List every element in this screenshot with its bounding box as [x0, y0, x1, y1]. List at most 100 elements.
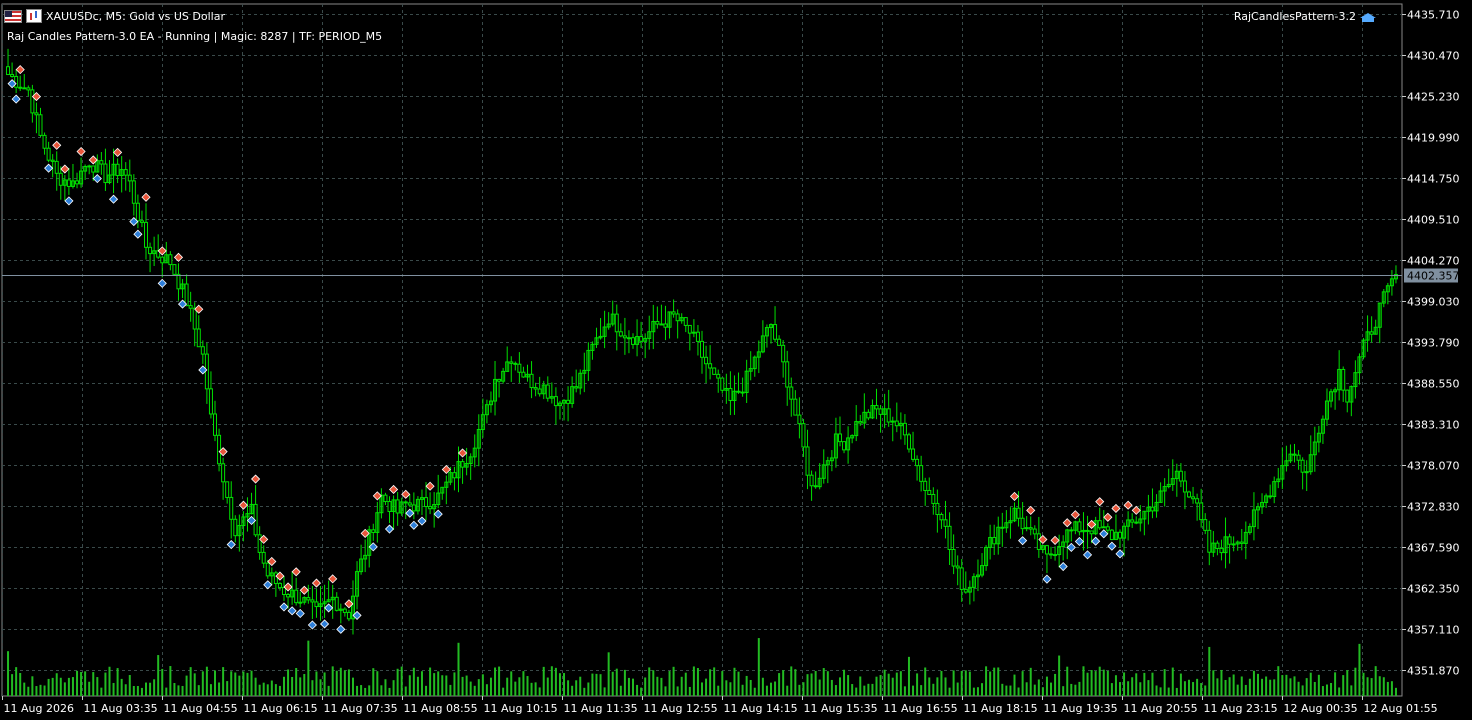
bullish-signal-marker[interactable] — [287, 606, 297, 616]
price-chart[interactable]: 4435.710 4430.470 4425.230 4419.990 4414.750… — [0, 0, 1472, 720]
bullish-signal-marker[interactable] — [1082, 550, 1093, 560]
candle-body — [91, 165, 96, 173]
bullish-signal-marker[interactable] — [295, 608, 305, 619]
bearish-signal-marker[interactable] — [1131, 505, 1141, 515]
bearish-signal-marker[interactable] — [389, 484, 399, 495]
candle-body — [383, 494, 388, 503]
x-tick-label: 11 Aug 20:55 — [1124, 702, 1198, 715]
candle-body — [1178, 470, 1183, 482]
bearish-signal-marker[interactable] — [299, 585, 309, 595]
candle-body — [704, 356, 709, 365]
x-tick-label: 11 Aug 06:15 — [244, 702, 318, 715]
bullish-signal-marker[interactable] — [263, 580, 273, 590]
cap-icon[interactable] — [1360, 11, 1376, 23]
bearish-signal-marker[interactable] — [52, 140, 62, 150]
y-tick-label: 4409.510 — [1407, 214, 1460, 227]
bullish-signal-marker[interactable] — [92, 174, 102, 184]
bearish-signal-marker[interactable] — [15, 65, 25, 75]
bearish-signal-marker[interactable] — [328, 574, 338, 584]
bullish-signal-marker[interactable] — [1091, 536, 1101, 546]
candle-body — [740, 391, 745, 394]
bullish-signal-marker[interactable] — [226, 539, 236, 550]
bearish-signal-marker[interactable] — [291, 567, 301, 577]
candle-body — [123, 169, 128, 176]
bearish-signal-marker[interactable] — [60, 164, 70, 174]
bullish-signal-marker[interactable] — [1018, 536, 1028, 546]
candle-body — [213, 413, 218, 436]
bullish-signal-marker[interactable] — [11, 94, 21, 104]
bullish-signal-marker[interactable] — [417, 516, 427, 526]
bullish-signal-marker[interactable] — [1058, 561, 1068, 572]
bullish-signal-marker[interactable] — [108, 194, 119, 204]
candle-body — [728, 387, 733, 401]
bullish-signal-marker[interactable] — [1066, 542, 1076, 552]
candle-body — [1195, 498, 1200, 504]
bearish-signal-marker[interactable] — [1009, 491, 1020, 501]
y-tick-label: 4399.030 — [1407, 296, 1460, 309]
candle-body — [1300, 459, 1305, 473]
candle-body — [1296, 454, 1301, 461]
bearish-signal-marker[interactable] — [113, 147, 123, 157]
candle-body — [695, 331, 700, 342]
bullish-signal-marker[interactable] — [409, 520, 419, 530]
bullish-signal-marker[interactable] — [307, 620, 317, 630]
candle-body — [1049, 553, 1054, 556]
candle-body — [1085, 529, 1090, 532]
candle-body — [785, 361, 790, 388]
candle-body — [837, 433, 842, 443]
candle-body — [935, 502, 940, 516]
chart-window[interactable]: 4435.710 4430.470 4425.230 4419.990 4414.750… — [0, 0, 1472, 720]
bearish-signal-marker[interactable] — [238, 500, 248, 510]
bullish-signal-marker[interactable] — [1042, 574, 1052, 584]
candle-body — [1036, 533, 1041, 550]
bullish-signal-marker[interactable] — [1099, 529, 1109, 539]
candle-body — [75, 180, 80, 185]
bullish-signal-marker[interactable] — [279, 602, 289, 612]
candle-body — [30, 89, 35, 114]
candle-body — [87, 165, 92, 168]
bullish-signal-marker[interactable] — [324, 603, 334, 613]
candle-body — [517, 363, 522, 373]
candle-body — [1150, 506, 1155, 512]
bullish-signal-marker[interactable] — [320, 619, 330, 629]
bullish-signal-marker[interactable] — [1107, 541, 1117, 551]
bullish-signal-marker[interactable] — [133, 229, 143, 239]
candle-body — [513, 362, 518, 365]
indicator-label[interactable]: RajCandlesPattern-3.2 — [1234, 10, 1376, 23]
bullish-signal-marker[interactable] — [1074, 536, 1084, 547]
bearish-signal-marker[interactable] — [1111, 503, 1121, 514]
bearish-signal-marker[interactable] — [141, 192, 151, 202]
candle-body — [168, 254, 173, 266]
candle-body — [622, 335, 627, 339]
bearish-signal-marker[interactable] — [173, 252, 184, 262]
bars-icon[interactable] — [26, 9, 42, 23]
candle-body — [1239, 541, 1244, 544]
candle-body — [691, 331, 696, 334]
bearish-signal-marker[interactable] — [457, 448, 468, 458]
bearish-signal-marker[interactable] — [1103, 512, 1113, 522]
bearish-signal-marker[interactable] — [425, 481, 435, 491]
bullish-signal-marker[interactable] — [336, 624, 346, 634]
bullish-signal-marker[interactable] — [433, 509, 443, 519]
bearish-signal-marker[interactable] — [1062, 518, 1072, 528]
bearish-signal-marker[interactable] — [1050, 535, 1060, 545]
bearish-signal-marker[interactable] — [251, 474, 261, 484]
bullish-signal-marker[interactable] — [64, 196, 74, 206]
candle-body — [387, 501, 392, 512]
bearish-signal-marker[interactable] — [1070, 510, 1080, 520]
candle-body — [257, 534, 262, 553]
bullish-signal-marker[interactable] — [44, 163, 54, 173]
bearish-signal-marker[interactable] — [1095, 497, 1105, 507]
bearish-signal-marker[interactable] — [311, 578, 322, 588]
candle-body — [1016, 507, 1021, 519]
bearish-signal-marker[interactable] — [1123, 500, 1133, 510]
bullish-signal-marker[interactable] — [157, 278, 167, 288]
bearish-signal-marker[interactable] — [1026, 505, 1036, 515]
candle-body — [1105, 526, 1110, 531]
bullish-signal-marker[interactable] — [384, 524, 395, 534]
x-tick-label: 11 Aug 16:55 — [884, 702, 958, 715]
bearish-signal-marker[interactable] — [76, 146, 86, 157]
candle-body — [144, 221, 149, 248]
candle-body — [1304, 471, 1309, 474]
candle-body — [1231, 543, 1236, 546]
